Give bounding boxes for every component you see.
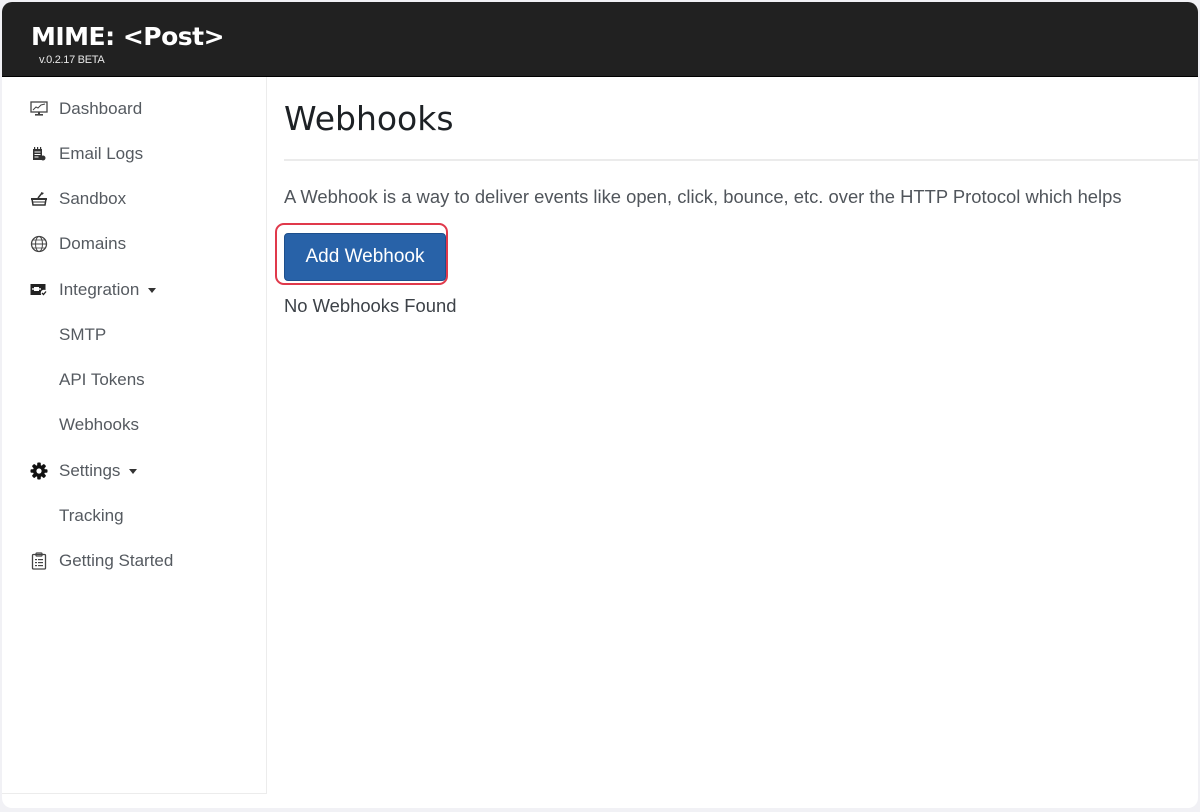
- sidebar-item-dashboard[interactable]: Dashboard: [2, 91, 266, 127]
- sidebar-item-label: Domains: [59, 234, 127, 253]
- sidebar-item-label: Dashboard: [59, 99, 143, 118]
- page-title: Webhooks: [284, 99, 454, 138]
- email-logs-icon: [30, 145, 48, 163]
- sidebar-item-getting-started[interactable]: Getting Started: [2, 543, 266, 579]
- sidebar-item-api-tokens[interactable]: API Tokens: [2, 362, 266, 398]
- sidebar-item-label: Tracking: [59, 506, 124, 525]
- sidebar-item-label: SMTP: [59, 325, 107, 344]
- page-description: A Webhook is a way to deliver events lik…: [284, 186, 1122, 207]
- dashboard-chart-icon: [30, 100, 48, 118]
- add-webhook-button[interactable]: Add Webhook: [284, 233, 446, 281]
- sidebar-item-tracking[interactable]: Tracking: [2, 498, 266, 534]
- sidebar-item-label: Integration: [59, 280, 157, 300]
- top-navbar: MIME: <Post> v.0.2.17 BETA: [2, 2, 1198, 77]
- sidebar-item-webhooks[interactable]: Webhooks: [2, 407, 266, 443]
- sidebar-item-domains[interactable]: Domains: [2, 226, 266, 262]
- clipboard-icon: [30, 552, 48, 570]
- sidebar-item-sandbox[interactable]: Sandbox: [2, 181, 266, 217]
- sidebar-item-integration[interactable]: Integration: [2, 272, 266, 308]
- sidebar-item-smtp[interactable]: SMTP: [2, 317, 266, 353]
- sidebar-item-email-logs[interactable]: Email Logs: [2, 136, 266, 172]
- sidebar-item-text: Integration: [59, 280, 140, 299]
- version-label: v.0.2.17 BETA: [39, 54, 105, 66]
- caret-down-icon: [148, 287, 157, 293]
- empty-state-message: No Webhooks Found: [284, 295, 457, 316]
- sidebar-item-label: Webhooks: [59, 415, 140, 434]
- sandbox-icon: [30, 190, 48, 208]
- caret-down-icon: [129, 468, 138, 474]
- sidebar-item-label: API Tokens: [59, 370, 145, 389]
- sidebar-item-label: Settings: [59, 461, 138, 481]
- title-divider: [284, 159, 1198, 161]
- gear-icon: [30, 462, 48, 480]
- app-window: MIME: <Post> v.0.2.17 BETA Dashboard Ema…: [2, 2, 1198, 808]
- sidebar: Dashboard Email Logs Sandbox Domains Int…: [2, 77, 267, 794]
- globe-icon: [30, 235, 48, 253]
- sidebar-item-settings[interactable]: Settings: [2, 453, 266, 489]
- main-content: Webhooks A Webhook is a way to deliver e…: [267, 77, 1198, 808]
- sidebar-item-label: Getting Started: [59, 551, 174, 570]
- sidebar-item-label: Email Logs: [59, 144, 144, 163]
- sidebar-item-label: Sandbox: [59, 189, 127, 208]
- sidebar-item-text: Settings: [59, 461, 121, 480]
- integration-icon: [30, 281, 48, 299]
- brand-logo[interactable]: MIME: <Post>: [31, 22, 225, 52]
